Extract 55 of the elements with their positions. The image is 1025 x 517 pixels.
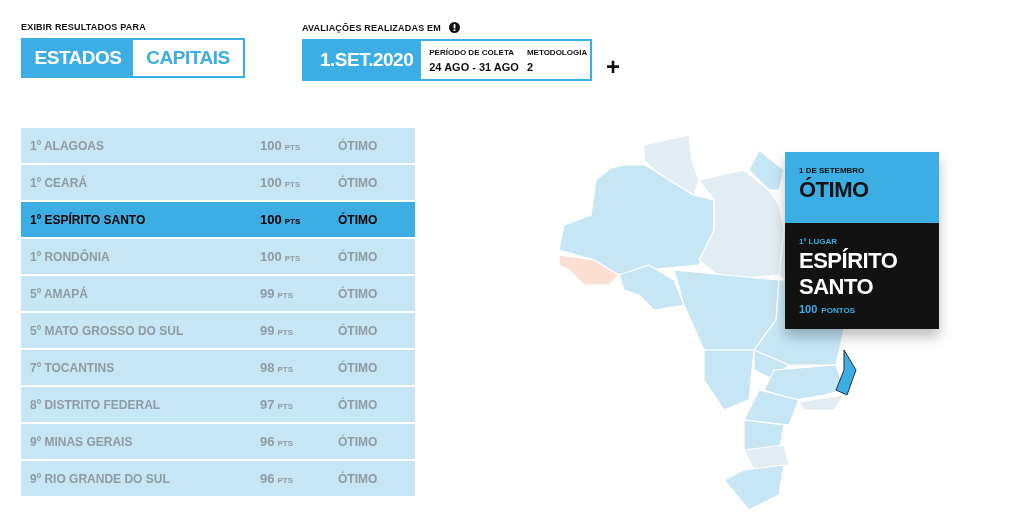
ranking-row[interactable]: 8º DISTRITO FEDERAL 97 PTS ÓTIMO [21, 387, 415, 422]
info-icon[interactable] [449, 22, 460, 33]
ranking-row[interactable]: 1º CEARÁ 100 PTS ÓTIMO [21, 165, 415, 200]
score: 100 PTS [260, 249, 302, 264]
state-name: 1º ESPÍRITO SANTO [30, 212, 147, 227]
ranking-row[interactable]: 1º ESPÍRITO SANTO 100 PTS ÓTIMO [21, 202, 415, 237]
state-name: 1º RONDÔNIA [30, 249, 111, 264]
rating: ÓTIMO [338, 323, 379, 338]
state-name: 1º CEARÁ [30, 175, 89, 190]
rating: ÓTIMO [338, 471, 379, 486]
period-value: 24 AGO - 31 AGO [429, 60, 519, 73]
rating: ÓTIMO [338, 286, 379, 301]
tooltip-place: 1º LUGAR [799, 237, 839, 246]
score: 100 PTS [260, 212, 302, 227]
ranking-row[interactable]: 9º RIO GRANDE DO SUL 96 PTS ÓTIMO [21, 461, 415, 496]
state-name: 1º ALAGOAS [30, 138, 105, 153]
state-name: 5º MATO GROSSO DO SUL [30, 323, 185, 338]
score: 100 PTS [260, 175, 302, 190]
ranking-row[interactable]: 9º MINAS GERAIS 96 PTS ÓTIMO [21, 424, 415, 459]
score: 98 PTS [260, 360, 295, 375]
rating: ÓTIMO [338, 397, 379, 412]
evaluation-date: 1.SET.2020 [304, 41, 422, 79]
method-label: METODOLOGIA [526, 47, 588, 57]
ranking-row[interactable]: 7º TOCANTINS 98 PTS ÓTIMO [21, 350, 415, 385]
ranking-row[interactable]: 1º RONDÔNIA 100 PTS ÓTIMO [21, 239, 415, 274]
score: 100 PTS [260, 138, 302, 153]
score: 99 PTS [260, 286, 295, 301]
ranking-row[interactable]: 5º AMAPÁ 99 PTS ÓTIMO [21, 276, 415, 311]
rating: ÓTIMO [338, 138, 379, 153]
tooltip-state: ESPÍRITO SANTO [799, 248, 899, 301]
toggle-option[interactable]: ESTADOS [23, 40, 133, 76]
rating: ÓTIMO [338, 360, 379, 375]
rating: ÓTIMO [338, 175, 379, 190]
state-name: 5º AMAPÁ [30, 286, 89, 301]
tooltip-date: 1 DE SETEMBRO [799, 166, 866, 175]
period-label: PERÍODO DE COLETA [429, 47, 515, 57]
rating: ÓTIMO [338, 434, 379, 449]
filter-label: EXIBIR RESULTADOS PARA [21, 22, 147, 32]
more-button[interactable]: + [606, 55, 620, 79]
tooltip-rating: ÓTIMO [799, 177, 870, 204]
score: 97 PTS [260, 397, 295, 412]
state-name: 7º TOCANTINS [30, 360, 116, 375]
score: 99 PTS [260, 323, 295, 338]
rating: ÓTIMO [338, 249, 379, 264]
tooltip-score: 100 PONTOS [799, 302, 856, 315]
method-value: 2 [526, 60, 535, 73]
state-name: 8º DISTRITO FEDERAL [30, 397, 162, 412]
score: 96 PTS [260, 471, 295, 486]
rating: ÓTIMO [338, 212, 379, 227]
score: 96 PTS [260, 434, 295, 449]
state-name: 9º RIO GRANDE DO SUL [30, 471, 171, 486]
ranking-row[interactable]: 1º ALAGOAS 100 PTS ÓTIMO [21, 128, 415, 163]
state-name: 9º MINAS GERAIS [30, 434, 134, 449]
evaluation-label: AVALIAÇÕES REALIZADAS EM [302, 22, 441, 33]
ranking-row[interactable]: 5º MATO GROSSO DO SUL 99 PTS ÓTIMO [21, 313, 415, 348]
